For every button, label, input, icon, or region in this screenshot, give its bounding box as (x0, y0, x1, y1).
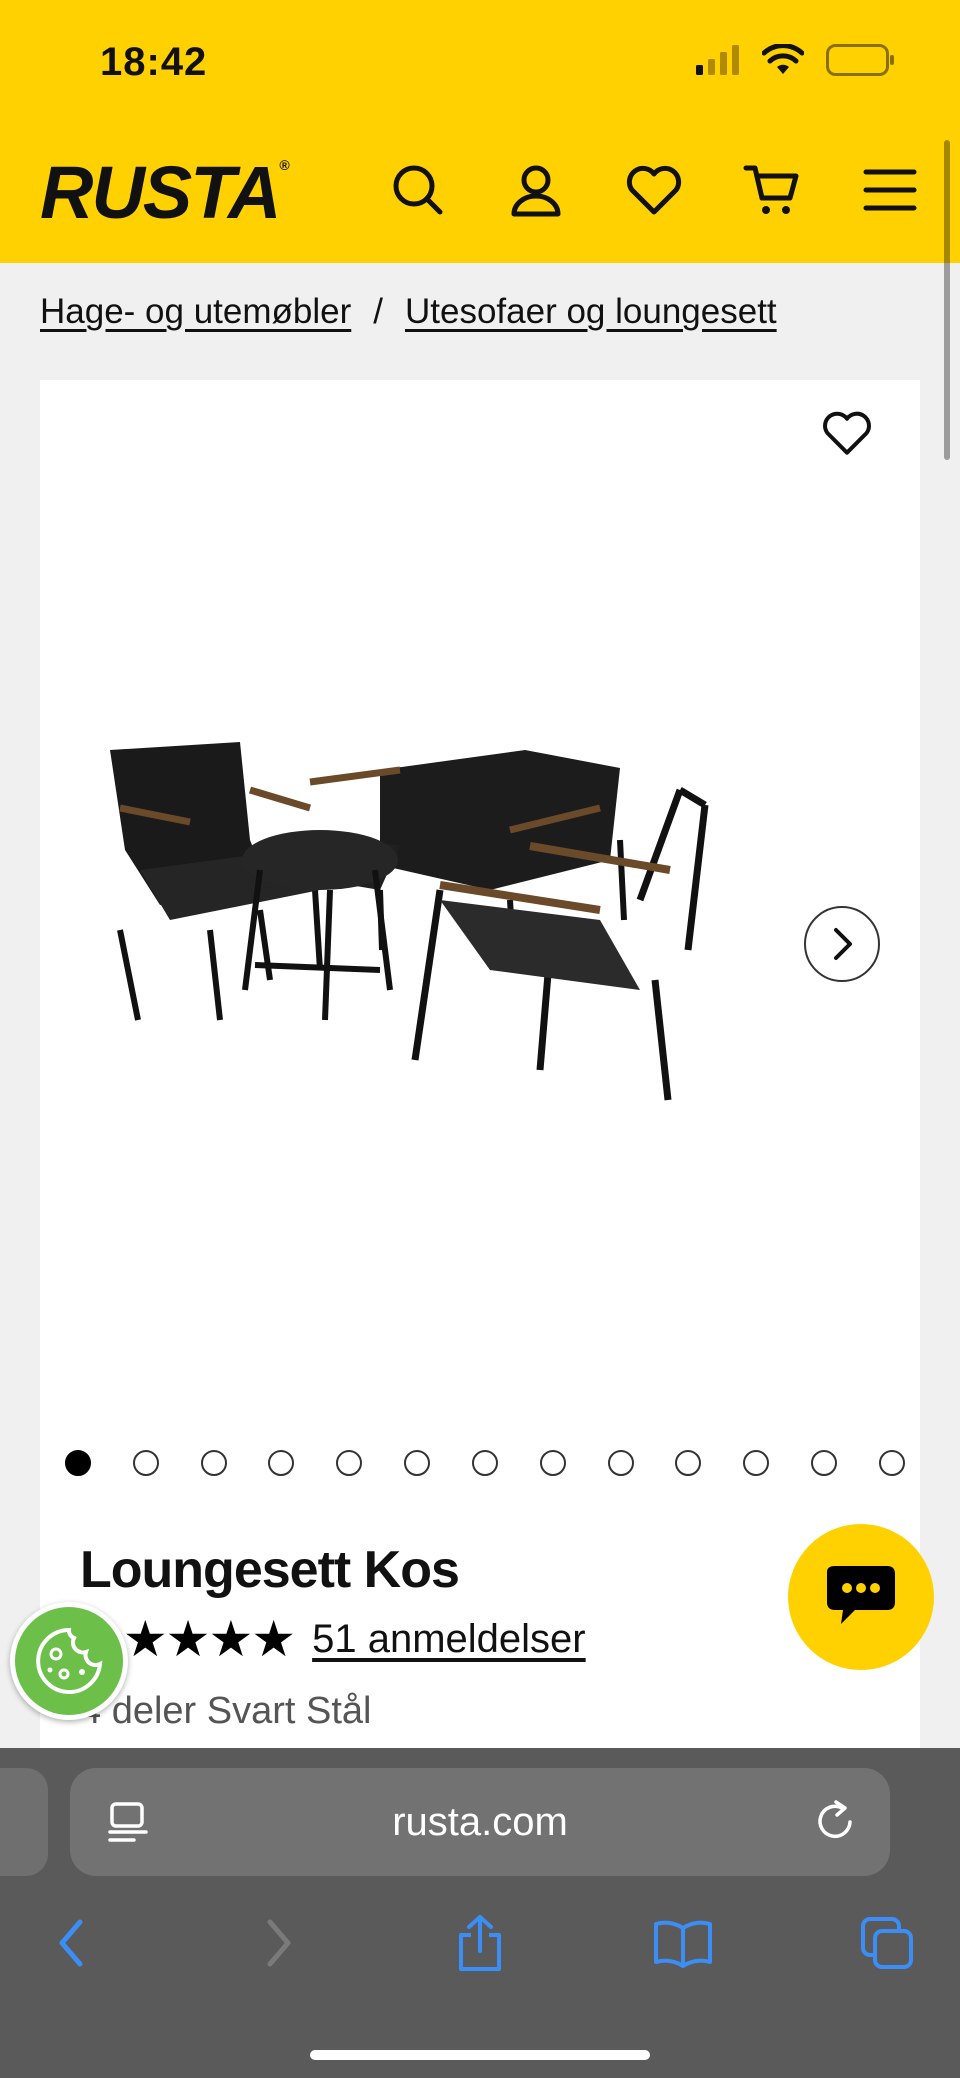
product-image[interactable] (80, 690, 880, 1230)
product-title: Loungesett Kos (80, 1541, 460, 1599)
gallery-dot[interactable] (811, 1450, 838, 1476)
reload-icon[interactable] (812, 1798, 858, 1844)
battery-icon (826, 44, 894, 76)
gallery-dot[interactable] (471, 1450, 498, 1476)
gallery-pagination (65, 1450, 905, 1476)
gallery-dot[interactable] (743, 1450, 770, 1476)
status-time: 18:42 (100, 40, 208, 84)
status-bar: 18:42 (0, 0, 960, 130)
gallery-dot[interactable] (336, 1450, 363, 1476)
breadcrumb-link-garden-furniture[interactable]: Hage- og utemøbler (40, 292, 351, 332)
breadcrumb: Hage- og utemøbler / Utesofaer og lounge… (40, 292, 777, 332)
breadcrumb-separator: / (373, 292, 383, 331)
gallery-dot[interactable] (132, 1450, 159, 1476)
chat-bubble-icon (827, 1566, 895, 1624)
book-icon (654, 1920, 712, 1968)
tabs-icon (861, 1917, 913, 1969)
status-icons (696, 44, 896, 76)
rusta-logo[interactable]: RUSTA® (40, 150, 290, 235)
gallery-dot[interactable] (675, 1450, 702, 1476)
site-header: RUSTA® (0, 130, 960, 263)
share-button[interactable] (445, 1908, 515, 1978)
url-text: rusta.com (392, 1800, 568, 1844)
cookie-icon (36, 1627, 103, 1694)
cart-icon[interactable] (740, 158, 804, 222)
chevron-right-icon (267, 1919, 291, 1967)
bookmarks-button[interactable] (648, 1908, 718, 1978)
previous-tab-peek[interactable] (0, 1768, 48, 1876)
wishlist-heart-icon[interactable] (622, 158, 686, 222)
gallery-dot[interactable] (268, 1450, 295, 1476)
back-button[interactable] (36, 1908, 106, 1978)
gallery-dot[interactable] (200, 1450, 227, 1476)
heart-icon (823, 411, 871, 455)
page-scrollbar[interactable] (944, 140, 950, 460)
gallery-dot[interactable] (607, 1450, 634, 1476)
search-icon[interactable] (386, 158, 450, 222)
gallery-dot[interactable] (404, 1450, 431, 1476)
reviews-link[interactable]: 51 anmeldelser (312, 1617, 586, 1662)
tabs-button[interactable] (852, 1908, 922, 1978)
chevron-left-icon (59, 1919, 83, 1967)
gallery-dot[interactable] (878, 1450, 905, 1476)
address-bar[interactable]: rusta.com (70, 1768, 890, 1876)
home-indicator[interactable] (310, 2050, 650, 2060)
breadcrumb-link-outdoor-sofas[interactable]: Utesofaer og loungesett (405, 292, 777, 332)
wifi-icon (762, 44, 804, 74)
signal-icon (696, 45, 739, 75)
browser-bottom-bar: rusta.com (0, 1748, 960, 2078)
gallery-dot[interactable] (65, 1450, 91, 1476)
logo-text: RUSTA (40, 151, 281, 234)
cookie-settings-button[interactable] (10, 1602, 128, 1720)
gallery-dot[interactable] (539, 1450, 566, 1476)
product-variant: 4 deler Svart Stål (80, 1690, 372, 1732)
share-icon (459, 1915, 501, 1971)
gallery-next-button[interactable] (804, 906, 880, 982)
add-to-favorites-button[interactable] (814, 400, 880, 466)
account-icon[interactable] (504, 158, 568, 222)
menu-icon[interactable] (858, 158, 922, 222)
forward-button[interactable] (244, 1908, 314, 1978)
product-rating: ★★★★★ 51 anmeldelser (80, 1610, 586, 1668)
chevron-right-icon (834, 928, 852, 960)
chat-button[interactable] (788, 1524, 934, 1670)
